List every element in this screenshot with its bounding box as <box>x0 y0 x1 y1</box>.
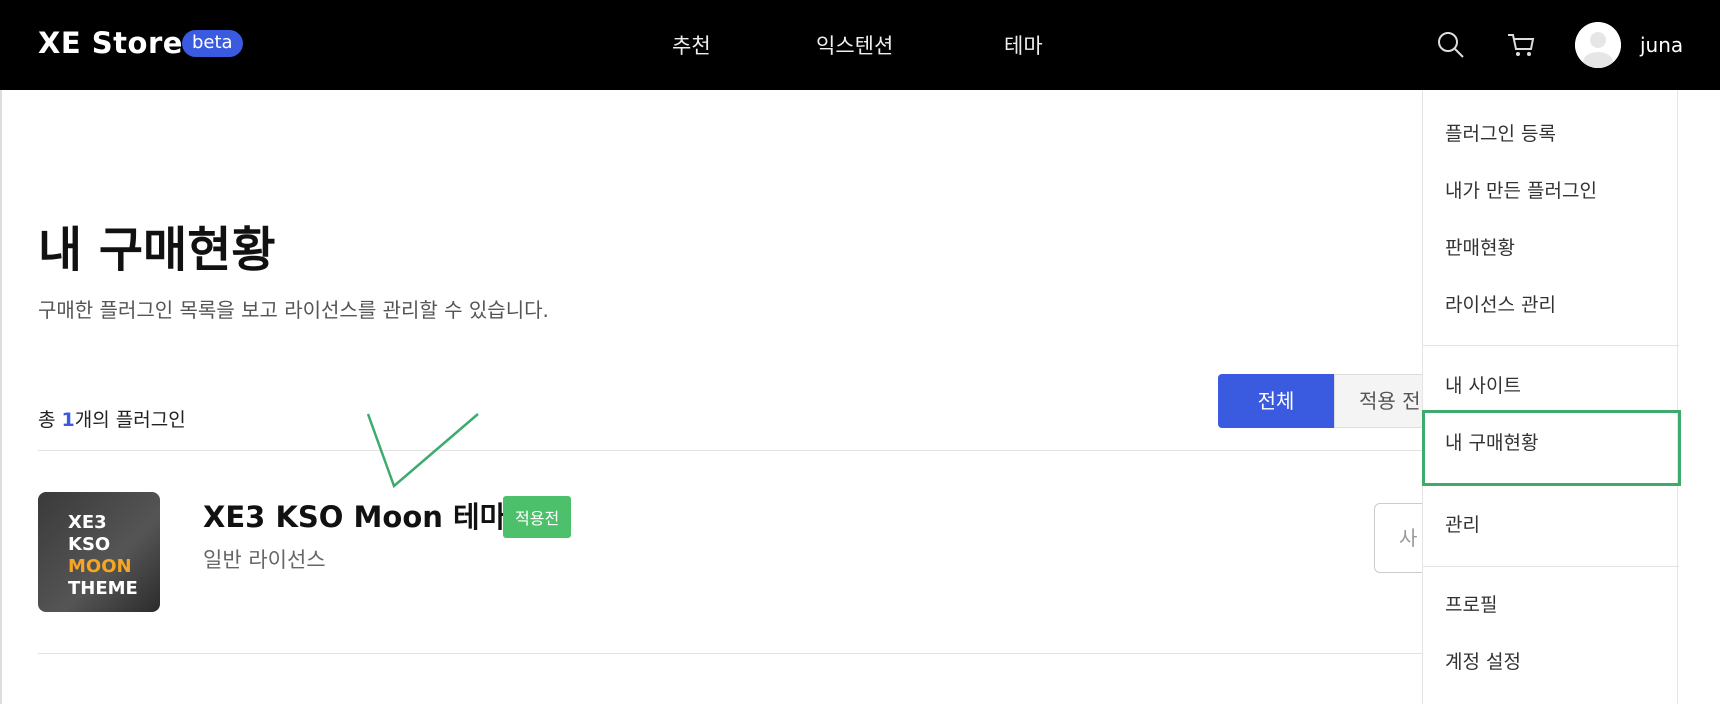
username[interactable]: juna <box>1640 33 1683 57</box>
menu-account-settings[interactable]: 계정 설정 <box>1445 647 1521 674</box>
count-prefix: 총 <box>38 409 62 431</box>
list-divider <box>38 653 1498 654</box>
check-icon <box>366 413 479 488</box>
search-icon[interactable] <box>1434 28 1468 62</box>
thumb-line: THEME <box>68 578 138 599</box>
count-number: 1 <box>61 409 75 431</box>
page-border <box>0 90 2 704</box>
thumb-line: KSO <box>68 534 111 555</box>
user-dropdown-menu: 플러그인 등록 내가 만든 플러그인 판매현황 라이선스 관리 내 사이트 내 … <box>1422 90 1679 704</box>
status-badge: 적용전 <box>503 496 572 538</box>
menu-admin[interactable]: 관리 <box>1445 510 1480 537</box>
list-divider <box>38 450 1498 451</box>
menu-divider <box>1423 345 1679 346</box>
menu-highlight-box <box>1422 410 1681 486</box>
store-logo[interactable]: XE Store <box>38 26 183 60</box>
count-suffix: 개의 플러그인 <box>74 409 186 431</box>
filter-all-button[interactable]: 전체 <box>1218 374 1334 428</box>
nav-themes[interactable]: 테마 <box>1004 30 1043 60</box>
cart-icon[interactable] <box>1504 28 1538 62</box>
beta-badge: beta <box>182 30 243 57</box>
thumb-line: XE3 <box>68 512 107 533</box>
menu-sales[interactable]: 판매현황 <box>1445 233 1515 260</box>
page-description: 구매한 플러그인 목록을 보고 라이선스를 관리할 수 있습니다. <box>38 298 549 322</box>
plugin-count: 총 1개의 플러그인 <box>38 405 186 432</box>
thumb-line: MOON <box>68 556 132 577</box>
license-type: 일반 라이선스 <box>203 548 326 572</box>
nav-recommend[interactable]: 추천 <box>672 30 711 60</box>
menu-profile[interactable]: 프로필 <box>1445 590 1497 617</box>
menu-register-plugin[interactable]: 플러그인 등록 <box>1445 119 1556 146</box>
plugin-thumbnail[interactable]: XE3 KSO MOON THEME <box>38 492 160 612</box>
top-navbar: XE Store beta 추천 익스텐션 테마 juna <box>0 0 1720 90</box>
menu-license-management[interactable]: 라이선스 관리 <box>1445 290 1556 317</box>
thumbnail-text: XE3 KSO MOON THEME <box>68 512 138 600</box>
menu-divider <box>1423 566 1679 567</box>
avatar-icon[interactable] <box>1575 22 1621 68</box>
menu-my-plugins[interactable]: 내가 만든 플러그인 <box>1445 176 1597 203</box>
menu-my-sites[interactable]: 내 사이트 <box>1445 371 1521 398</box>
nav-extensions[interactable]: 익스텐션 <box>816 30 893 60</box>
page-title: 내 구매현황 <box>38 222 276 278</box>
plugin-title[interactable]: XE3 KSO Moon 테마 <box>203 494 506 536</box>
